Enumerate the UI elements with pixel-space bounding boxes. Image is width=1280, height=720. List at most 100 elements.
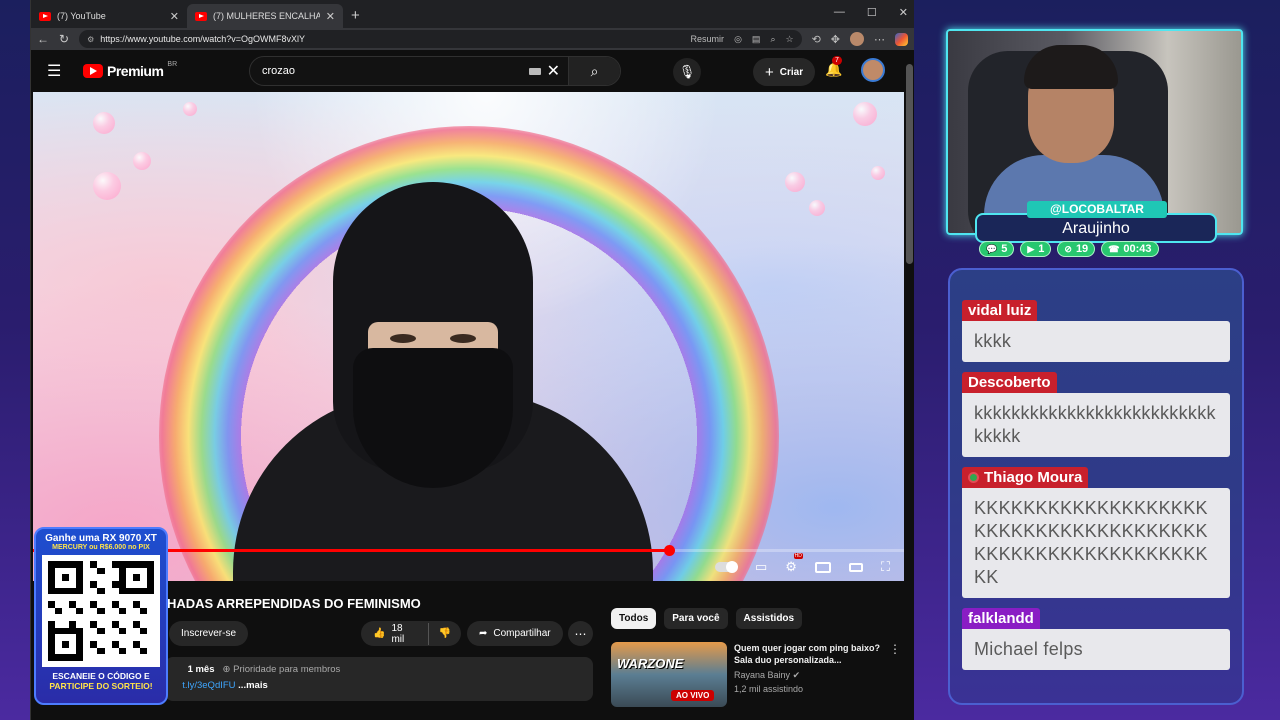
tab-close-icon[interactable]: ✕ [170,10,179,23]
settings-gear-icon[interactable]: ⚙ HD [785,553,803,575]
back-icon[interactable]: ← [37,32,49,46]
copilot-icon[interactable] [895,32,908,46]
qr-module [125,654,133,661]
resumir-label[interactable]: Resumir [691,34,725,45]
maximize-icon[interactable]: ☐ [867,6,877,19]
qr-module [90,647,98,655]
qr-module [48,627,56,635]
miniplayer-icon[interactable] [814,561,831,573]
qr-module [76,620,84,628]
like-button[interactable]: 👍 18 mil [361,622,429,645]
search-input[interactable]: crozao [262,65,529,77]
clear-search-icon[interactable]: ✕ [547,61,560,81]
theater-mode-icon[interactable] [848,562,863,572]
fullscreen-icon[interactable]: ⛶ [881,559,890,575]
qr-module [111,567,119,575]
promo-cta-line1: ESCANEIE O CÓDIGO E [52,671,150,681]
qr-module [118,620,126,628]
tab-youtube-home[interactable]: (7) YouTube ✕ [31,4,187,28]
chat-username-text: Descoberto [968,374,1051,391]
chip-assistidos[interactable]: Assistidos [735,608,803,629]
qr-module [111,587,119,595]
site-info-icon[interactable]: ⚙ [87,35,94,44]
chip-para-voce[interactable]: Para você [664,608,728,629]
chip-todos[interactable]: Todos [611,608,657,629]
subscribe-button[interactable]: Inscrever-se [169,621,249,646]
new-tab-button[interactable]: + [343,7,368,28]
qr-module [83,607,91,615]
minimize-icon[interactable]: — [834,6,845,19]
qr-module [118,574,126,581]
summarize-icon[interactable]: ◎ [734,34,742,45]
more-actions-icon[interactable]: ⋯ [568,621,593,646]
notifications-bell-icon[interactable]: 🔔 7 [825,56,842,78]
dislike-button[interactable]: 👎 [429,628,461,639]
search-box[interactable]: crozao ✕ ⌕ [249,56,621,86]
recommended-menu-icon[interactable]: ⋮ [889,642,901,707]
youtube-header: ☰ Premium BR crozao ✕ ⌕ 🎙 + Criar 🔔 7 [31,50,914,92]
recommended-thumbnail[interactable]: WARZONE AO VIVO [611,642,727,707]
qr-module [76,561,84,568]
page-scrollbar[interactable] [906,64,913,264]
recommended-title[interactable]: Quem quer jogar com ping baixo? Sala duo… [734,642,882,666]
extension-icon[interactable]: ⟲ [812,33,821,46]
bubble [93,172,121,200]
qr-module [48,607,56,615]
qr-module [55,587,63,595]
address-toolbar: ← ↻ ⚙ https://www.youtube.com/watch?v=Og… [31,28,914,50]
show-more-link[interactable]: ...mais [238,680,268,691]
puzzle-icon[interactable]: ✥ [831,33,840,46]
description-link[interactable]: t.ly/3eQdIFU [182,680,235,691]
qr-module [118,654,126,661]
qr-module [97,600,105,608]
search-button[interactable]: ⌕ [568,57,620,85]
account-avatar[interactable] [861,58,885,82]
hd-badge: HD [793,553,803,559]
notification-badge: 7 [832,56,842,65]
qr-module [48,580,56,588]
qr-module [104,580,112,588]
close-window-icon[interactable]: ✕ [899,6,908,19]
chat-username: Descoberto [962,372,1057,393]
recommended-channel[interactable]: Rayana Bainy [734,670,790,680]
description-box[interactable]: .... 1 mês ⊕ Prioridade para membros ...… [165,657,593,701]
video-player[interactable]: ▭ ⚙ HD ⛶ [33,92,904,581]
qr-module [139,614,147,621]
reload-icon[interactable]: ↻ [59,32,69,46]
stat-value: 5 [1001,243,1008,255]
qr-module [97,561,105,568]
menu-dots-icon[interactable]: ⋯ [874,33,885,46]
microphone-icon[interactable]: 🎙 [673,58,701,86]
qr-module [62,594,70,601]
reader-icon[interactable]: ▤ [752,34,761,45]
qr-module [104,647,112,655]
zoom-icon[interactable]: ⌕ [770,34,775,45]
qr-module [83,620,91,628]
share-button[interactable]: ➦ Compartilhar [467,621,563,646]
qr-module [76,654,84,661]
tab-current-video[interactable]: (7) MULHERES ENCALHADAS ARREPENDIDAS ✕ [187,4,343,28]
thumbnail-text: WARZONE [617,656,684,671]
qr-module [55,634,63,641]
autoplay-toggle[interactable] [714,561,738,573]
url-text[interactable]: https://www.youtube.com/watch?v=OgOWMF8v… [100,34,684,44]
qr-module [104,627,112,635]
qr-module [76,594,84,601]
profile-avatar[interactable] [850,32,864,46]
qr-module [132,600,140,608]
qr-module [125,614,133,621]
hamburger-menu-icon[interactable]: ☰ [47,61,77,81]
create-button[interactable]: + Criar [753,58,816,86]
qr-module [111,620,119,628]
address-bar[interactable]: ⚙ https://www.youtube.com/watch?v=OgOWMF… [79,30,802,48]
keyboard-icon[interactable] [528,67,541,75]
youtube-logo[interactable]: Premium BR [83,61,177,79]
bookmark-star-icon[interactable]: ☆ [785,34,793,45]
qr-module [90,654,98,661]
progress-scrubber[interactable] [663,545,675,556]
recommended-video[interactable]: WARZONE AO VIVO Quem quer jogar com ping… [611,642,901,707]
qr-module [76,567,84,575]
qr-module [125,594,133,601]
tab-close-icon[interactable]: ✕ [326,10,335,23]
subtitles-icon[interactable]: ▭ [755,559,767,575]
